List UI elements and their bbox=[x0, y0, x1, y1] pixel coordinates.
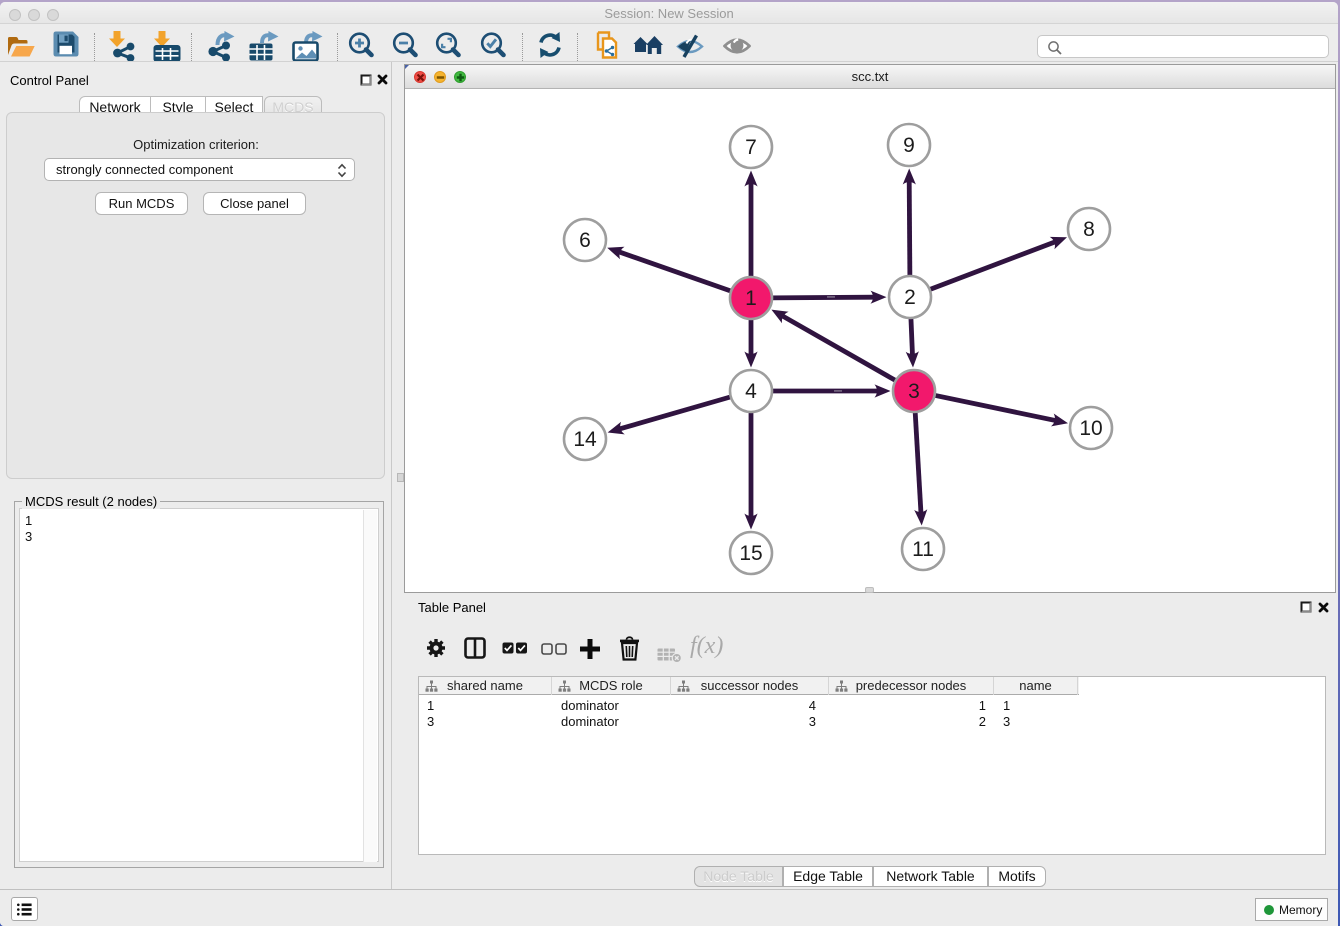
svg-text:14: 14 bbox=[573, 428, 597, 451]
svg-text:3: 3 bbox=[908, 380, 920, 403]
svg-text:7: 7 bbox=[745, 136, 757, 159]
svg-text:10: 10 bbox=[1079, 417, 1102, 440]
svg-text:15: 15 bbox=[739, 542, 762, 565]
svg-text:2: 2 bbox=[904, 286, 916, 309]
svg-text:4: 4 bbox=[745, 380, 757, 403]
svg-text:9: 9 bbox=[903, 134, 915, 157]
svg-text:6: 6 bbox=[579, 229, 591, 252]
svg-text:11: 11 bbox=[912, 538, 934, 561]
svg-text:1: 1 bbox=[745, 287, 757, 310]
svg-text:8: 8 bbox=[1083, 218, 1095, 241]
